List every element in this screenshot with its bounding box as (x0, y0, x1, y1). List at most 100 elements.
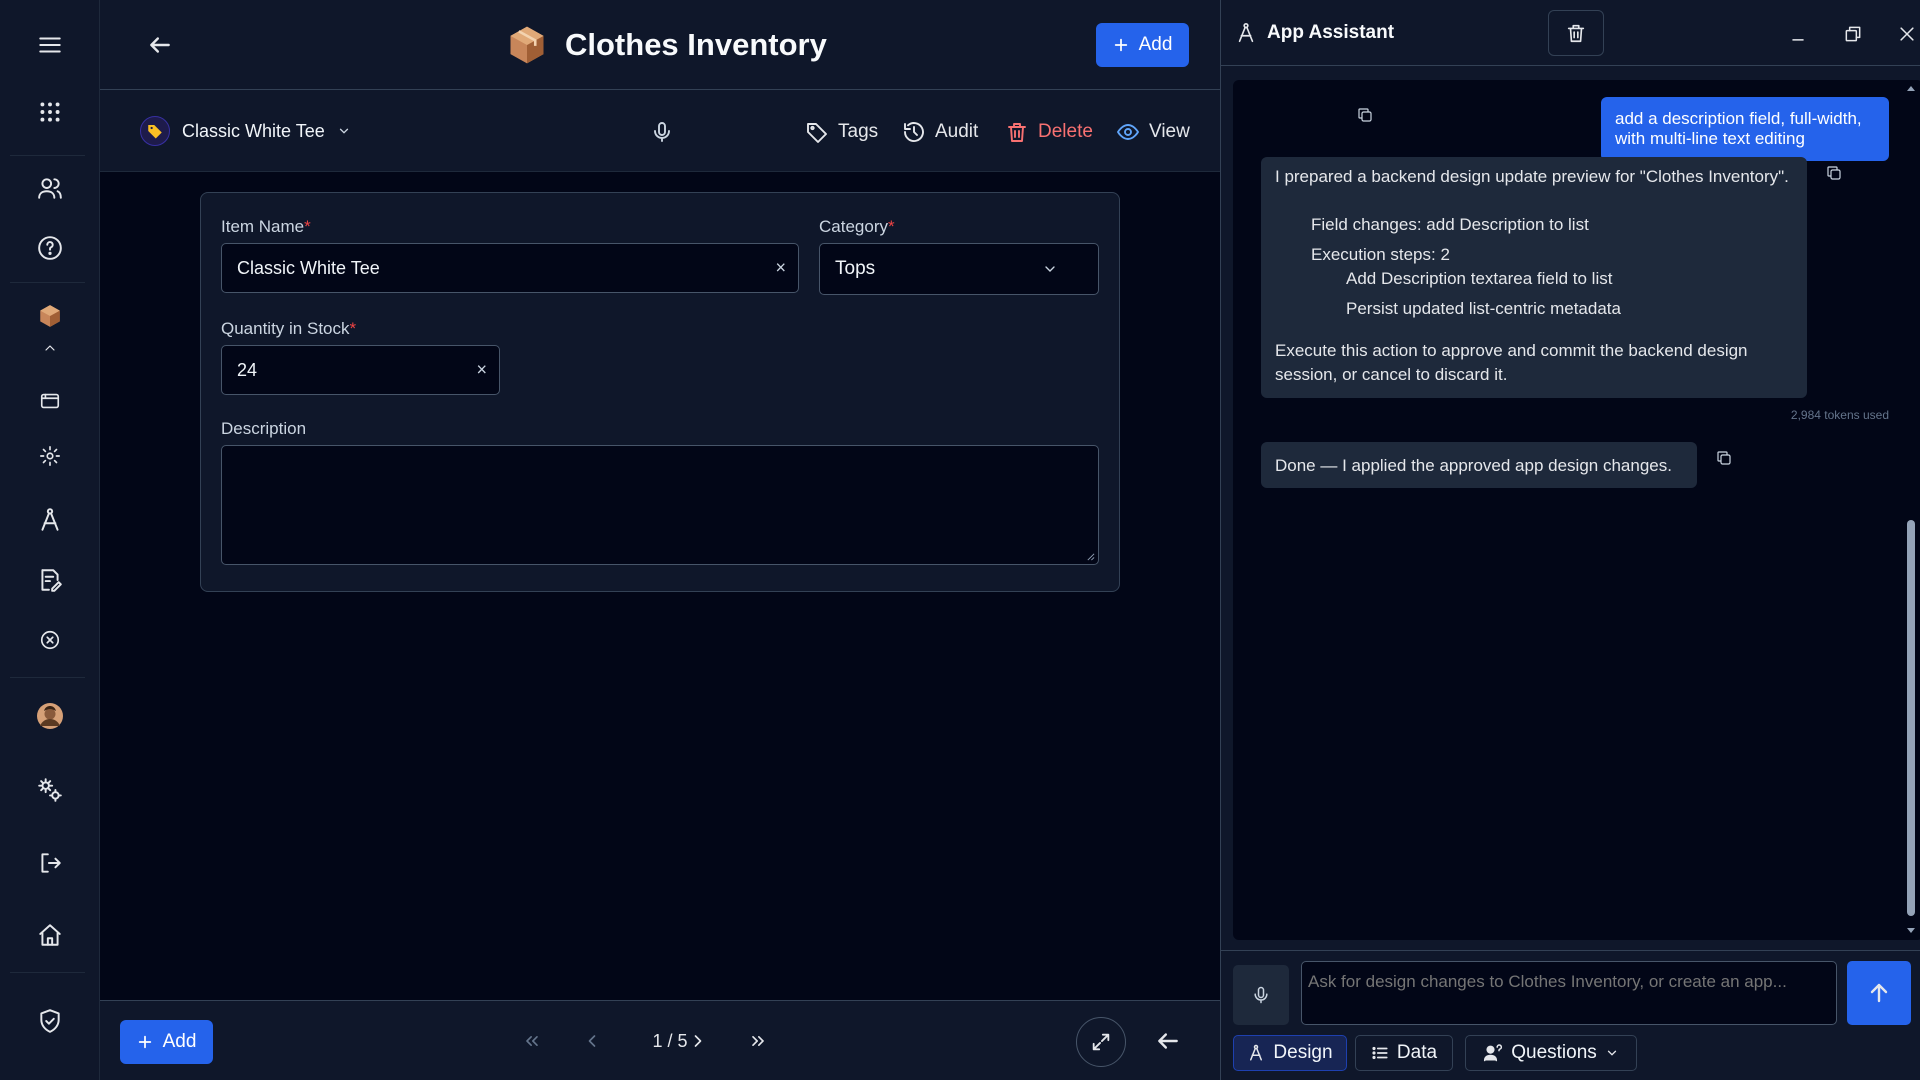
description-label: Description (221, 419, 307, 438)
help-icon[interactable] (0, 220, 100, 276)
description-textarea[interactable] (221, 445, 1099, 565)
clear-item-name-button[interactable]: × (775, 258, 786, 279)
first-page-button[interactable] (514, 1023, 550, 1059)
item-name-input[interactable]: Classic White Tee × (221, 243, 799, 293)
assistant-title: App Assistant (1267, 22, 1395, 43)
user-message: add a description field, full-width, wit… (1601, 97, 1889, 161)
prev-page-button[interactable] (574, 1023, 610, 1059)
tab-data[interactable]: Data (1355, 1035, 1453, 1071)
copy-icon[interactable] (1825, 164, 1847, 186)
chat-mic-button[interactable] (1233, 965, 1289, 1025)
quantity-value: 24 (237, 359, 258, 380)
footer-add-label: Add (162, 1031, 197, 1052)
assistant-header: App Assistant (1221, 0, 1920, 66)
window-icon[interactable] (0, 373, 100, 429)
clear-quantity-button[interactable]: × (476, 360, 487, 381)
collapse-chevron-up-icon[interactable] (0, 330, 100, 366)
chevron-right-icon (694, 1035, 702, 1047)
clear-chat-button[interactable] (1548, 10, 1604, 56)
tab-data-label: Data (1396, 1042, 1438, 1063)
users-icon[interactable] (0, 160, 100, 216)
design-compass-icon (1250, 1044, 1263, 1061)
list-icon (1372, 1046, 1388, 1060)
arrow-left-icon (150, 37, 170, 53)
chat-log: add a description field, full-width, wit… (1233, 80, 1920, 940)
user-question-icon (1484, 1044, 1503, 1062)
edit-form-icon[interactable] (0, 552, 100, 608)
scroll-up-icon[interactable] (1904, 82, 1918, 96)
logout-icon[interactable] (0, 835, 100, 891)
copy-icon[interactable] (1356, 106, 1378, 128)
questions-dropdown[interactable]: Questions (1465, 1035, 1637, 1071)
quantity-input[interactable]: 24 × (221, 345, 500, 395)
sidebar-divider (10, 972, 85, 973)
close-button[interactable] (1891, 18, 1920, 50)
voice-input-button[interactable] (650, 116, 674, 148)
copy-icon[interactable] (1715, 449, 1737, 471)
expand-button[interactable] (1076, 1017, 1126, 1067)
back-button[interactable] (140, 25, 180, 65)
tags-button[interactable]: Tags (805, 116, 878, 148)
restore-button[interactable] (1837, 18, 1869, 50)
apps-grid-icon[interactable] (0, 84, 100, 140)
admin-settings-icon[interactable] (0, 762, 100, 818)
tab-design[interactable]: Design (1233, 1035, 1347, 1071)
settings-gear-icon[interactable] (0, 428, 100, 484)
record-name: Classic White Tee (182, 120, 325, 141)
add-label: Add (1138, 34, 1173, 55)
footer-bar: Add 1 / 5 (100, 1000, 1220, 1080)
cancel-circle-icon[interactable] (0, 612, 100, 668)
tag-icon (140, 116, 170, 146)
delete-button[interactable]: Delete (1005, 116, 1093, 148)
bot-message: I prepared a backend design update previ… (1261, 157, 1807, 398)
trash-icon (1008, 123, 1026, 142)
category-select[interactable]: Tops (819, 243, 1099, 295)
bot-outro: Execute this action to approve and commi… (1275, 341, 1748, 384)
delete-label: Delete (1038, 121, 1093, 142)
next-page-button[interactable] (680, 1023, 716, 1059)
restore-icon (1845, 26, 1861, 42)
bot-field-changes: Field changes: add Description to list (1311, 215, 1589, 234)
scroll-down-icon[interactable] (1904, 923, 1918, 937)
collapse-panel-button[interactable] (1148, 1021, 1188, 1061)
send-button[interactable] (1847, 961, 1911, 1025)
arrow-left-icon (1158, 1033, 1178, 1049)
sidebar-divider (10, 155, 85, 156)
menu-icon[interactable] (0, 17, 100, 73)
resize-handle-icon[interactable] (1086, 552, 1095, 561)
app-title-group: Clothes Inventory (505, 20, 827, 70)
bot-execution-steps: Execution steps: 2 (1311, 245, 1450, 264)
view-button[interactable]: View (1116, 116, 1190, 148)
sidebar (0, 0, 100, 1080)
scrollbar-thumb[interactable] (1907, 520, 1915, 916)
chat-scrollbar[interactable] (1904, 80, 1918, 940)
design-compass-icon (1238, 23, 1254, 43)
tags-label: Tags (838, 121, 879, 142)
questions-label: Questions (1511, 1042, 1597, 1063)
minimize-button[interactable] (1782, 18, 1814, 50)
minimize-icon (1792, 39, 1804, 41)
token-count: 2,984 tokens used (1790, 408, 1889, 422)
app-title: Clothes Inventory (565, 27, 827, 62)
bot-done-message: Done — I applied the approved app design… (1261, 442, 1697, 488)
design-compass-icon[interactable] (0, 492, 100, 548)
add-record-button[interactable]: Add (1096, 23, 1189, 67)
audit-button[interactable]: Audit (902, 116, 978, 148)
bot-step-1: Add Description textarea field to list (1346, 269, 1613, 288)
audit-label: Audit (935, 121, 979, 142)
chat-input[interactable] (1301, 961, 1837, 1025)
expand-icon (1092, 1033, 1110, 1051)
footer-add-button[interactable]: Add (120, 1020, 213, 1064)
chevron-down-icon (339, 128, 348, 134)
history-icon (904, 122, 924, 142)
chevron-down-icon (1607, 1050, 1616, 1056)
trash-icon (1567, 24, 1585, 43)
tab-design-label: Design (1273, 1042, 1333, 1063)
last-page-button[interactable] (740, 1023, 776, 1059)
avatar[interactable] (0, 688, 100, 744)
record-selector[interactable]: Classic White Tee (140, 116, 351, 146)
chevrons-left-icon (526, 1036, 538, 1046)
shield-check-icon[interactable] (0, 993, 100, 1049)
view-label: View (1149, 121, 1190, 142)
home-icon[interactable] (0, 907, 100, 963)
